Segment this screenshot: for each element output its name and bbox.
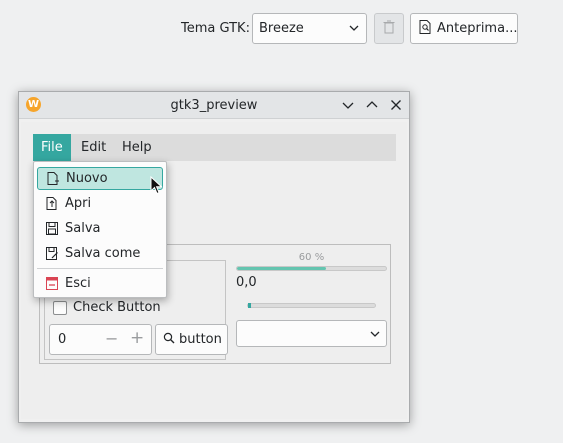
progress-bar	[236, 266, 387, 271]
new-file-icon	[47, 172, 59, 185]
gtk-theme-value: Breeze	[259, 21, 304, 36]
open-file-icon	[46, 197, 58, 210]
window-titlebar[interactable]: W gtk3_preview	[19, 92, 409, 119]
exit-icon	[46, 277, 58, 290]
mouse-pointer-icon	[150, 175, 163, 200]
menu-file[interactable]: File	[33, 134, 71, 161]
gtk-theme-label: Tema GTK:	[181, 21, 250, 36]
menu-item-open[interactable]: Apri	[37, 192, 163, 215]
empty-combo-box[interactable]	[236, 320, 387, 347]
menu-item-label: Salva	[65, 221, 101, 236]
menu-item-save-as[interactable]: Salva come	[37, 242, 163, 265]
menu-help[interactable]: Help	[114, 134, 160, 161]
minimize-button[interactable]	[339, 96, 357, 114]
search-icon	[163, 332, 175, 348]
menu-item-label: Salva come	[65, 246, 141, 261]
slider-handle[interactable]	[248, 303, 251, 308]
search-button[interactable]: button	[155, 324, 228, 355]
level-value: 0,0	[236, 275, 257, 290]
check-button-box[interactable]	[53, 301, 67, 315]
minus-icon[interactable]: −	[105, 329, 118, 348]
menu-item-save[interactable]: Salva	[37, 217, 163, 240]
slider[interactable]	[247, 303, 376, 308]
spin-value: 0	[58, 332, 67, 347]
trash-icon	[383, 20, 395, 38]
maximize-icon	[366, 101, 378, 108]
spin-button[interactable]: 0 − +	[49, 324, 152, 355]
menu-item-exit[interactable]: Esci	[37, 272, 163, 295]
gtk-theme-combo[interactable]: Breeze	[252, 13, 367, 44]
chevron-down-icon	[369, 325, 381, 346]
file-menu-dropdown: Nuovo Apri Salva Salva come Esci	[33, 161, 167, 298]
progress-label: 60 %	[298, 252, 325, 263]
chevron-down-icon	[348, 14, 360, 54]
search-button-label: button	[179, 332, 222, 347]
menu-item-label: Nuovo	[66, 171, 108, 186]
menu-edit[interactable]: Edit	[73, 134, 114, 161]
save-as-icon	[46, 247, 58, 260]
preview-icon	[419, 19, 431, 38]
minimize-icon	[342, 102, 354, 109]
save-icon	[46, 222, 58, 235]
menu-item-label: Esci	[65, 276, 91, 291]
close-button[interactable]	[387, 96, 405, 114]
preview-button[interactable]: Anteprima...	[410, 13, 518, 44]
close-icon	[391, 100, 401, 110]
menu-item-label: Apri	[65, 196, 92, 211]
delete-theme-button[interactable]	[374, 13, 404, 44]
menubar: File Edit Help	[33, 134, 396, 161]
menu-item-new[interactable]: Nuovo	[37, 167, 163, 190]
preview-button-label: Anteprima...	[437, 21, 518, 36]
plus-icon[interactable]: +	[130, 328, 144, 348]
maximize-button[interactable]	[363, 96, 381, 114]
check-button-label[interactable]: Check Button	[73, 300, 161, 315]
menu-separator	[37, 268, 163, 269]
progress-fill	[237, 267, 327, 270]
